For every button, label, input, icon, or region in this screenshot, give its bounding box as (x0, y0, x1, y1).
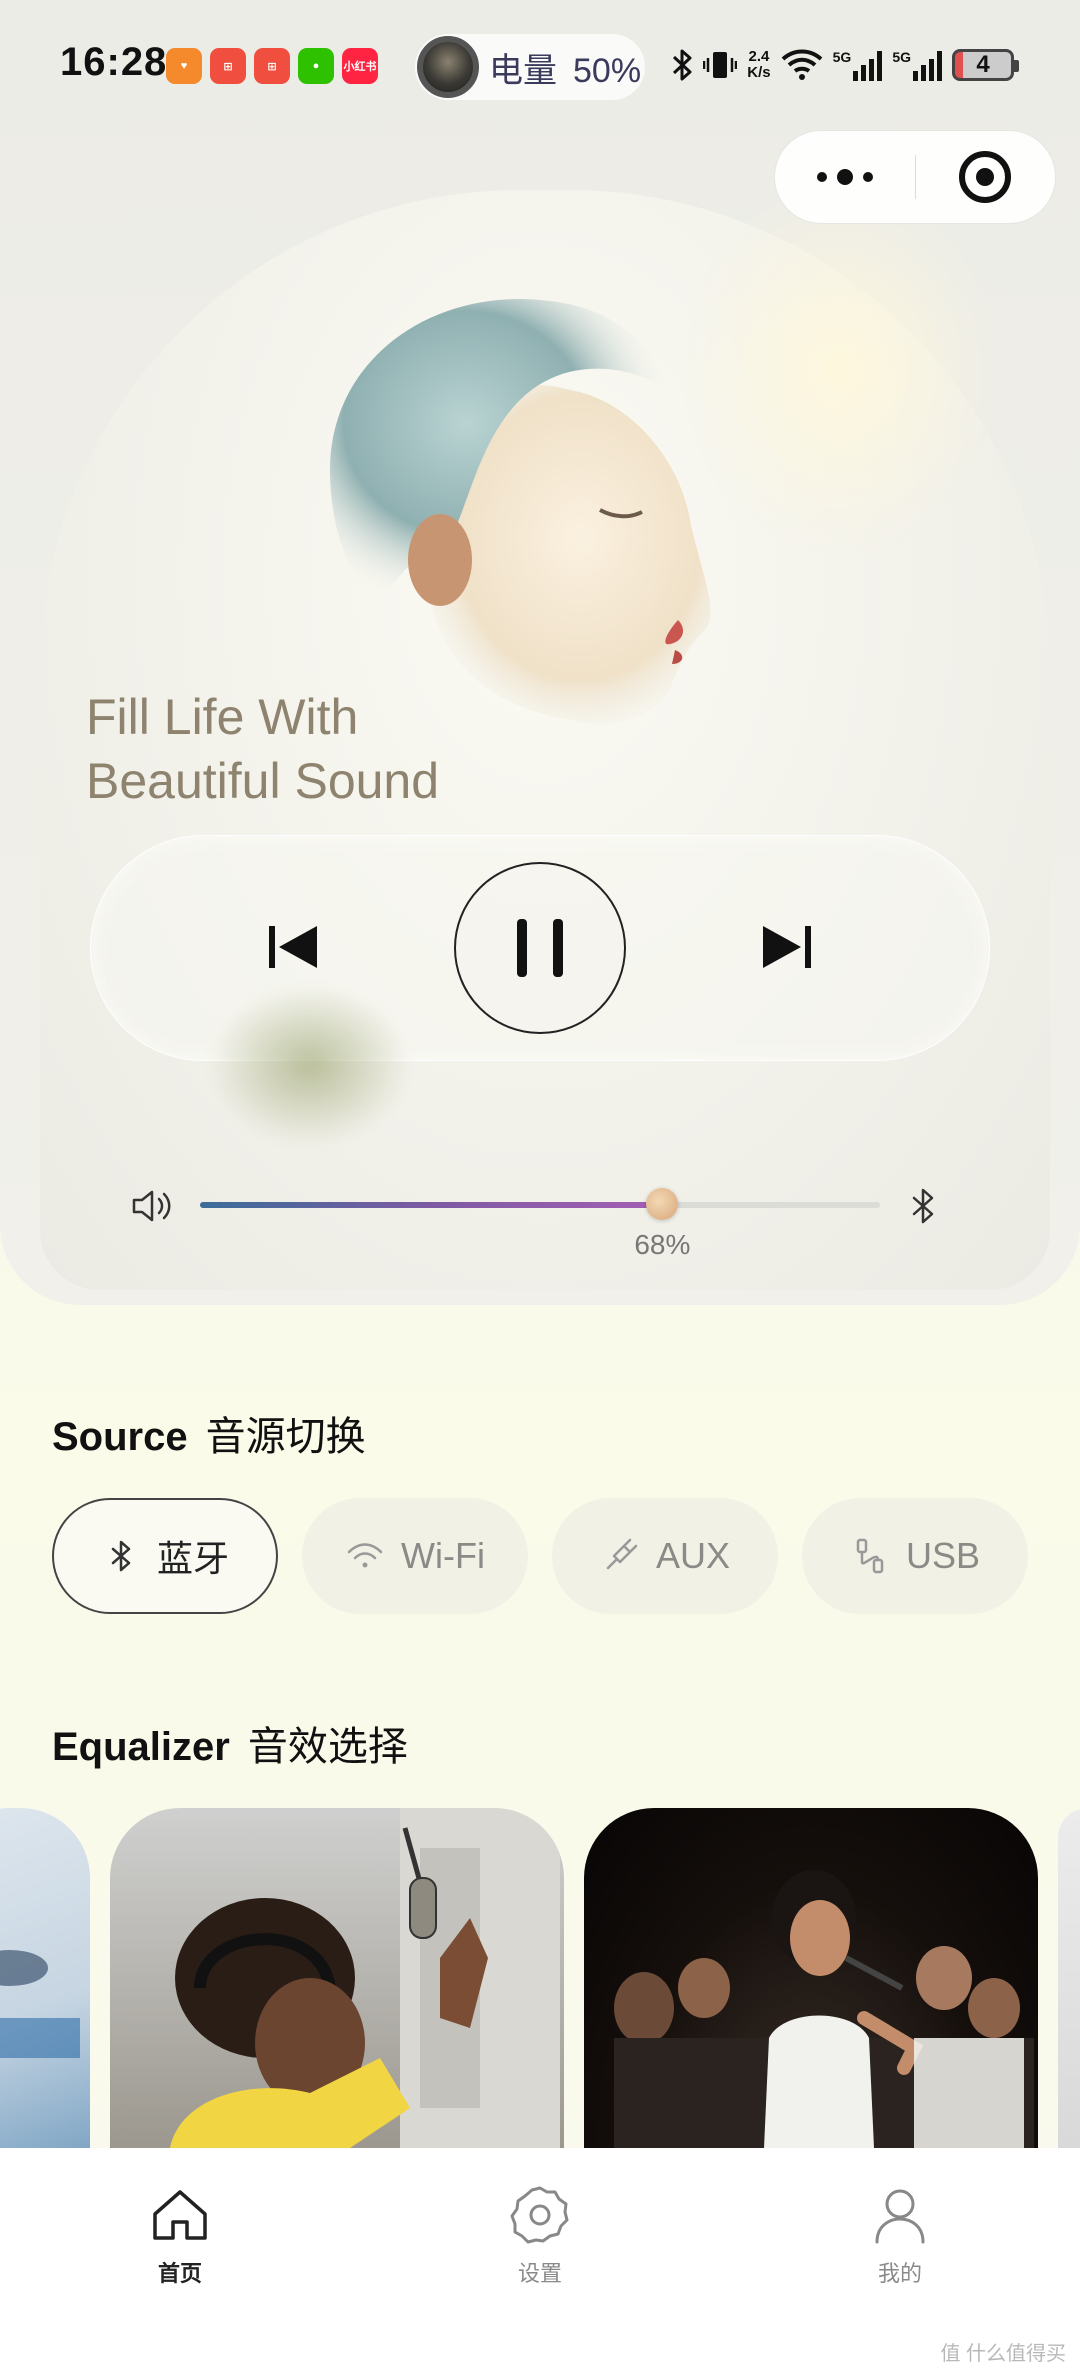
equalizer-section-title: Equalizer 音效选择 (52, 1725, 408, 1769)
studio-recording-image (170, 1808, 560, 2148)
more-dots-icon (816, 169, 873, 185)
equalizer-preset-card-concert[interactable] (584, 1808, 1038, 2148)
mini-program-capsule (774, 130, 1056, 224)
xiaohongshu-icon: 小红书 (342, 48, 378, 84)
watermark: 值 什么值得买 (940, 2343, 1066, 2365)
target-circle-icon (959, 151, 1012, 203)
source-label: USB (905, 1535, 981, 1576)
source-options: 蓝牙 Wi-Fi AUX USB (52, 1498, 1028, 1614)
hero-tagline: Fill Life With Beautiful Sound (86, 685, 439, 813)
home-icon (153, 2190, 207, 2240)
wifi-icon (347, 1543, 383, 1568)
volume-slider[interactable] (200, 1188, 880, 1220)
bottom-tab-bar: 首页 设置 我的 值 什么值得买 (0, 2148, 1080, 2376)
vibrate-icon (703, 52, 738, 78)
source-bluetooth-button[interactable]: 蓝牙 (52, 1498, 278, 1614)
usb-icon (856, 1538, 884, 1574)
wifi-status-icon (781, 49, 822, 80)
profile-icon (875, 2189, 925, 2244)
tab-profile-label: 我的 (877, 2261, 922, 2286)
status-indicators: 2.4 K/s 5G 5G 4 (671, 40, 1019, 90)
cellular-signal-2: 5G (892, 49, 942, 81)
pause-icon (517, 919, 563, 977)
source-section-title: Source 音源切换 (52, 1415, 366, 1459)
tab-settings[interactable]: 设置 (360, 2148, 720, 2376)
cellular-signal-1: 5G (833, 49, 883, 81)
more-options-button[interactable] (775, 131, 915, 223)
source-aux-button[interactable]: AUX (552, 1498, 778, 1614)
next-track-button[interactable] (754, 915, 818, 979)
volume-slider-fill (200, 1202, 663, 1208)
skip-next-icon (763, 926, 811, 968)
wechat-icon: ● (298, 48, 334, 84)
previous-track-button[interactable] (262, 915, 326, 979)
equalizer-preset-image (0, 1950, 80, 2058)
source-wifi-button[interactable]: Wi-Fi (302, 1498, 528, 1614)
hero-tagline-line1: Fill Life With (86, 689, 359, 745)
source-label: Wi-Fi (401, 1535, 485, 1576)
tab-home[interactable]: 首页 (0, 2148, 360, 2376)
speaker-volume-icon[interactable] (130, 1188, 174, 1224)
settings-gear-icon (510, 2186, 569, 2244)
tab-settings-label: 设置 (517, 2261, 562, 2286)
battery-pill-text: 电量 50% (489, 51, 642, 90)
close-mini-program-button[interactable] (916, 131, 1056, 223)
network-speed: 2.4 K/s (747, 48, 771, 81)
system-status-bar: 16:28 ♥ ⊞ ⊞ ● 小红书 电量 50% 2.4 K/s 5G 5G 4 (0, 0, 1080, 130)
equalizer-preset-card[interactable] (1058, 1808, 1080, 2148)
battery-icon: 4 (952, 49, 1019, 81)
volume-percent-label: 68% (634, 1229, 691, 1260)
source-label: 蓝牙 (156, 1538, 229, 1579)
tab-home-label: 首页 (157, 2261, 202, 2286)
aux-icon (606, 1538, 638, 1570)
source-usb-button[interactable]: USB (802, 1498, 1028, 1614)
pinduoduo-icon: ⊞ (210, 48, 246, 84)
status-time: 16:28 (60, 40, 168, 84)
notification-app-icons: ♥ ⊞ ⊞ ● 小红书 (166, 48, 378, 84)
decorative-blur-blob (210, 985, 410, 1145)
equalizer-preset-card[interactable] (0, 1808, 90, 2148)
now-playing-avatar (417, 36, 479, 98)
bluetooth-status-icon (673, 49, 692, 81)
skip-previous-icon (269, 926, 317, 968)
bluetooth-icon[interactable] (908, 1188, 938, 1224)
hero-tagline-line2: Beautiful Sound (86, 753, 440, 809)
pause-button[interactable] (454, 862, 626, 1034)
equalizer-preset-card-studio[interactable] (110, 1808, 564, 2148)
taobao-icon: ♥ (166, 48, 202, 84)
pinduoduo-icon-2: ⊞ (254, 48, 290, 84)
equalizer-carousel[interactable] (0, 1808, 1080, 2148)
battery-status-pill: 电量 50% (415, 34, 645, 100)
bluetooth-icon (111, 1540, 131, 1572)
source-label: AUX (655, 1535, 731, 1576)
live-concert-image (614, 1870, 1034, 2148)
